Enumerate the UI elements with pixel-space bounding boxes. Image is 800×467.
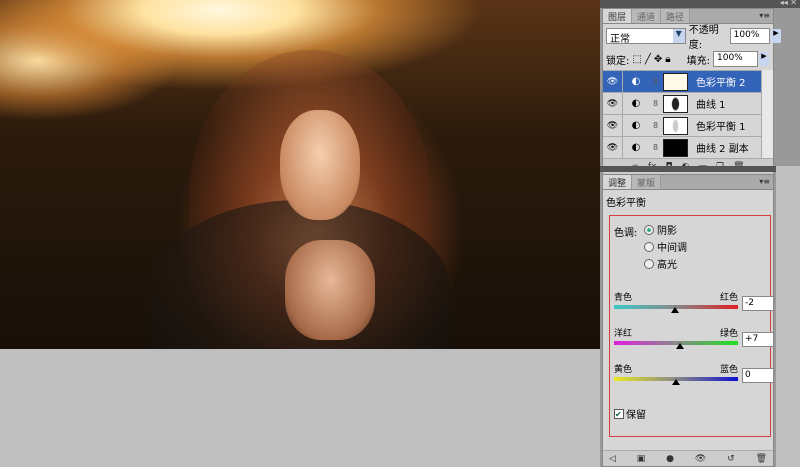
adjustment-icon: ◐ <box>631 120 641 131</box>
link-icon[interactable]: 8 <box>653 99 663 108</box>
blend-mode-select[interactable]: 正常 ▼ <box>606 28 686 45</box>
slider-left-label: 黄色 <box>614 365 633 375</box>
tone-radio[interactable]: 高光 <box>644 255 687 272</box>
adjustment-title: 色彩平衡 <box>606 198 646 209</box>
slider-left-label: 洋红 <box>614 329 633 339</box>
arrow-right-icon[interactable]: ▶ <box>771 29 781 43</box>
link-icon[interactable]: 8 <box>653 121 663 130</box>
slider-right-label: 红色 <box>719 293 738 303</box>
document-canvas[interactable] <box>0 0 600 349</box>
layer-name: 曲线 2 副本 <box>696 144 749 155</box>
tone-label: 高光 <box>657 260 677 271</box>
lock-label: 锁定: <box>606 55 630 67</box>
adjustments-panel: 调整 蒙版 ▾≡ 色彩平衡 色调: 阴影中间调高光 青色 红色 -2 洋红 绿色 +7… <box>602 174 774 467</box>
tab-paths[interactable]: 路径 <box>661 9 691 23</box>
adjustment-icon: ◐ <box>631 76 641 87</box>
reset-icon[interactable]: ↺ <box>727 454 735 464</box>
clip-icon[interactable]: ● <box>666 454 674 464</box>
fill-input[interactable]: 100% ▶ <box>713 51 769 67</box>
tab-channels[interactable]: 通道 <box>632 9 662 23</box>
mask-thumbnail <box>663 94 688 113</box>
layer-name: 曲线 1 <box>696 100 726 111</box>
slider-value-input[interactable]: 0 <box>742 368 774 383</box>
panel-menu-icon[interactable]: ▾≡ <box>756 9 773 23</box>
view-icon[interactable]: ▣ <box>637 454 646 464</box>
panel-menu-icon[interactable]: ▾≡ <box>756 175 773 189</box>
lock-transparent-icon[interactable]: ⬚ <box>632 54 641 65</box>
opacity-label: 不透明度: <box>688 25 719 51</box>
eye-icon[interactable]: 👁︎ <box>603 136 623 159</box>
link-icon[interactable]: 8 <box>653 77 663 86</box>
layer-name: 色彩平衡 1 <box>696 122 746 133</box>
mask-thumbnail <box>663 72 688 91</box>
slider-value-input[interactable]: +7 <box>742 332 774 347</box>
dock-gutter <box>776 166 800 467</box>
lock-move-icon[interactable]: ✥ <box>654 54 662 65</box>
tone-label: 色调: <box>614 228 638 239</box>
mask-thumbnail <box>663 138 688 157</box>
opacity-input[interactable]: 100% ▶ <box>729 28 781 44</box>
dock-titlebar: ◂◂ ✕ <box>600 0 800 8</box>
blend-mode-value: 正常 <box>610 34 630 45</box>
adjustment-icon: ◐ <box>631 98 641 109</box>
tab-layers[interactable]: 图层 <box>603 9 633 23</box>
adjustments-toolbar: ◁ ▣ ● 👁︎ ↺ 🗑︎ <box>603 450 773 466</box>
color-slider[interactable]: 青色 红色 <box>614 290 738 313</box>
chevron-down-icon: ▼ <box>672 29 685 43</box>
tone-label: 中间调 <box>657 243 687 254</box>
link-icon[interactable]: 8 <box>653 143 663 152</box>
fill-value: 100% <box>717 53 743 63</box>
adjustment-icon: ◐ <box>631 142 641 153</box>
slider-right-label: 绿色 <box>719 329 738 339</box>
color-slider[interactable]: 黄色 蓝色 <box>614 362 738 385</box>
radio-icon[interactable] <box>644 258 654 269</box>
layer-row[interactable]: 👁︎ ◐ 8 曲线 2 副本 <box>603 136 773 159</box>
photo-face <box>280 110 360 220</box>
eye-icon[interactable]: 👁︎ <box>603 114 623 137</box>
radio-icon[interactable] <box>644 241 654 252</box>
lock-brush-icon[interactable]: ╱ <box>645 54 651 65</box>
preserve-luminosity-checkbox[interactable]: ✔ 保留 <box>614 406 646 421</box>
photo-hands <box>285 240 375 340</box>
slider-left-label: 青色 <box>614 293 633 303</box>
layer-row[interactable]: 👁︎ ◐ 8 色彩平衡 1 <box>603 114 773 137</box>
slider-thumb[interactable] <box>676 343 685 349</box>
lock-all-icon[interactable]: 🔒︎ <box>665 54 670 65</box>
tab-masks[interactable]: 蒙版 <box>632 175 662 189</box>
layer-row[interactable]: 👁︎ ◐ 8 曲线 1 <box>603 92 773 115</box>
tone-radio[interactable]: 阴影 <box>644 221 687 238</box>
slider-thumb[interactable] <box>672 379 680 385</box>
tone-label: 阴影 <box>657 226 677 237</box>
radio-icon[interactable] <box>644 224 654 235</box>
eye-icon[interactable]: 👁︎ <box>603 70 623 93</box>
panel-dock: ◂◂ ✕ 图层 通道 路径 ▾≡ 正常 ▼ 不透明度: 100% ▶ 锁定: ⬚ ╱… <box>600 0 800 467</box>
dock-titlebar <box>600 166 776 172</box>
fill-label: 填充: <box>686 55 710 67</box>
layer-row[interactable]: 👁︎ ◐ 8 色彩平衡 2 <box>603 70 773 93</box>
layer-name: 色彩平衡 2 <box>696 78 746 89</box>
collapse-icon[interactable]: ◂◂ ✕ <box>780 0 797 7</box>
visibility-icon[interactable]: 👁︎ <box>695 454 706 464</box>
tone-radio[interactable]: 中间调 <box>644 238 687 255</box>
preserve-label: 保留 <box>626 410 646 421</box>
trash-icon[interactable]: 🗑︎ <box>756 454 767 464</box>
mask-thumbnail <box>663 116 688 135</box>
checkbox-icon[interactable]: ✔ <box>614 408 624 419</box>
layers-scrollbar[interactable] <box>761 70 773 158</box>
back-icon[interactable]: ◁ <box>609 454 616 464</box>
slider-value-input[interactable]: -2 <box>742 296 774 311</box>
arrow-right-icon[interactable]: ▶ <box>759 52 769 66</box>
color-balance-controls: 色调: 阴影中间调高光 青色 红色 -2 洋红 绿色 +7 黄色 蓝色 0 ✔ 保留 <box>609 215 774 437</box>
opacity-value: 100% <box>733 30 760 40</box>
slider-thumb[interactable] <box>670 307 679 313</box>
slider-right-label: 蓝色 <box>719 365 738 375</box>
color-slider[interactable]: 洋红 绿色 <box>614 326 738 349</box>
tab-adjustments[interactable]: 调整 <box>603 175 633 189</box>
eye-icon[interactable]: 👁︎ <box>603 92 623 115</box>
layers-panel: 图层 通道 路径 ▾≡ 正常 ▼ 不透明度: 100% ▶ 锁定: ⬚ ╱ ✥ 🔒︎… <box>602 8 781 174</box>
layer-list: 👁︎ ◐ 8 色彩平衡 2 👁︎ ◐ 8 曲线 1 👁︎ ◐ 8 色彩平衡 1 👁︎ ◐ 8 曲线 2 … <box>603 70 773 159</box>
